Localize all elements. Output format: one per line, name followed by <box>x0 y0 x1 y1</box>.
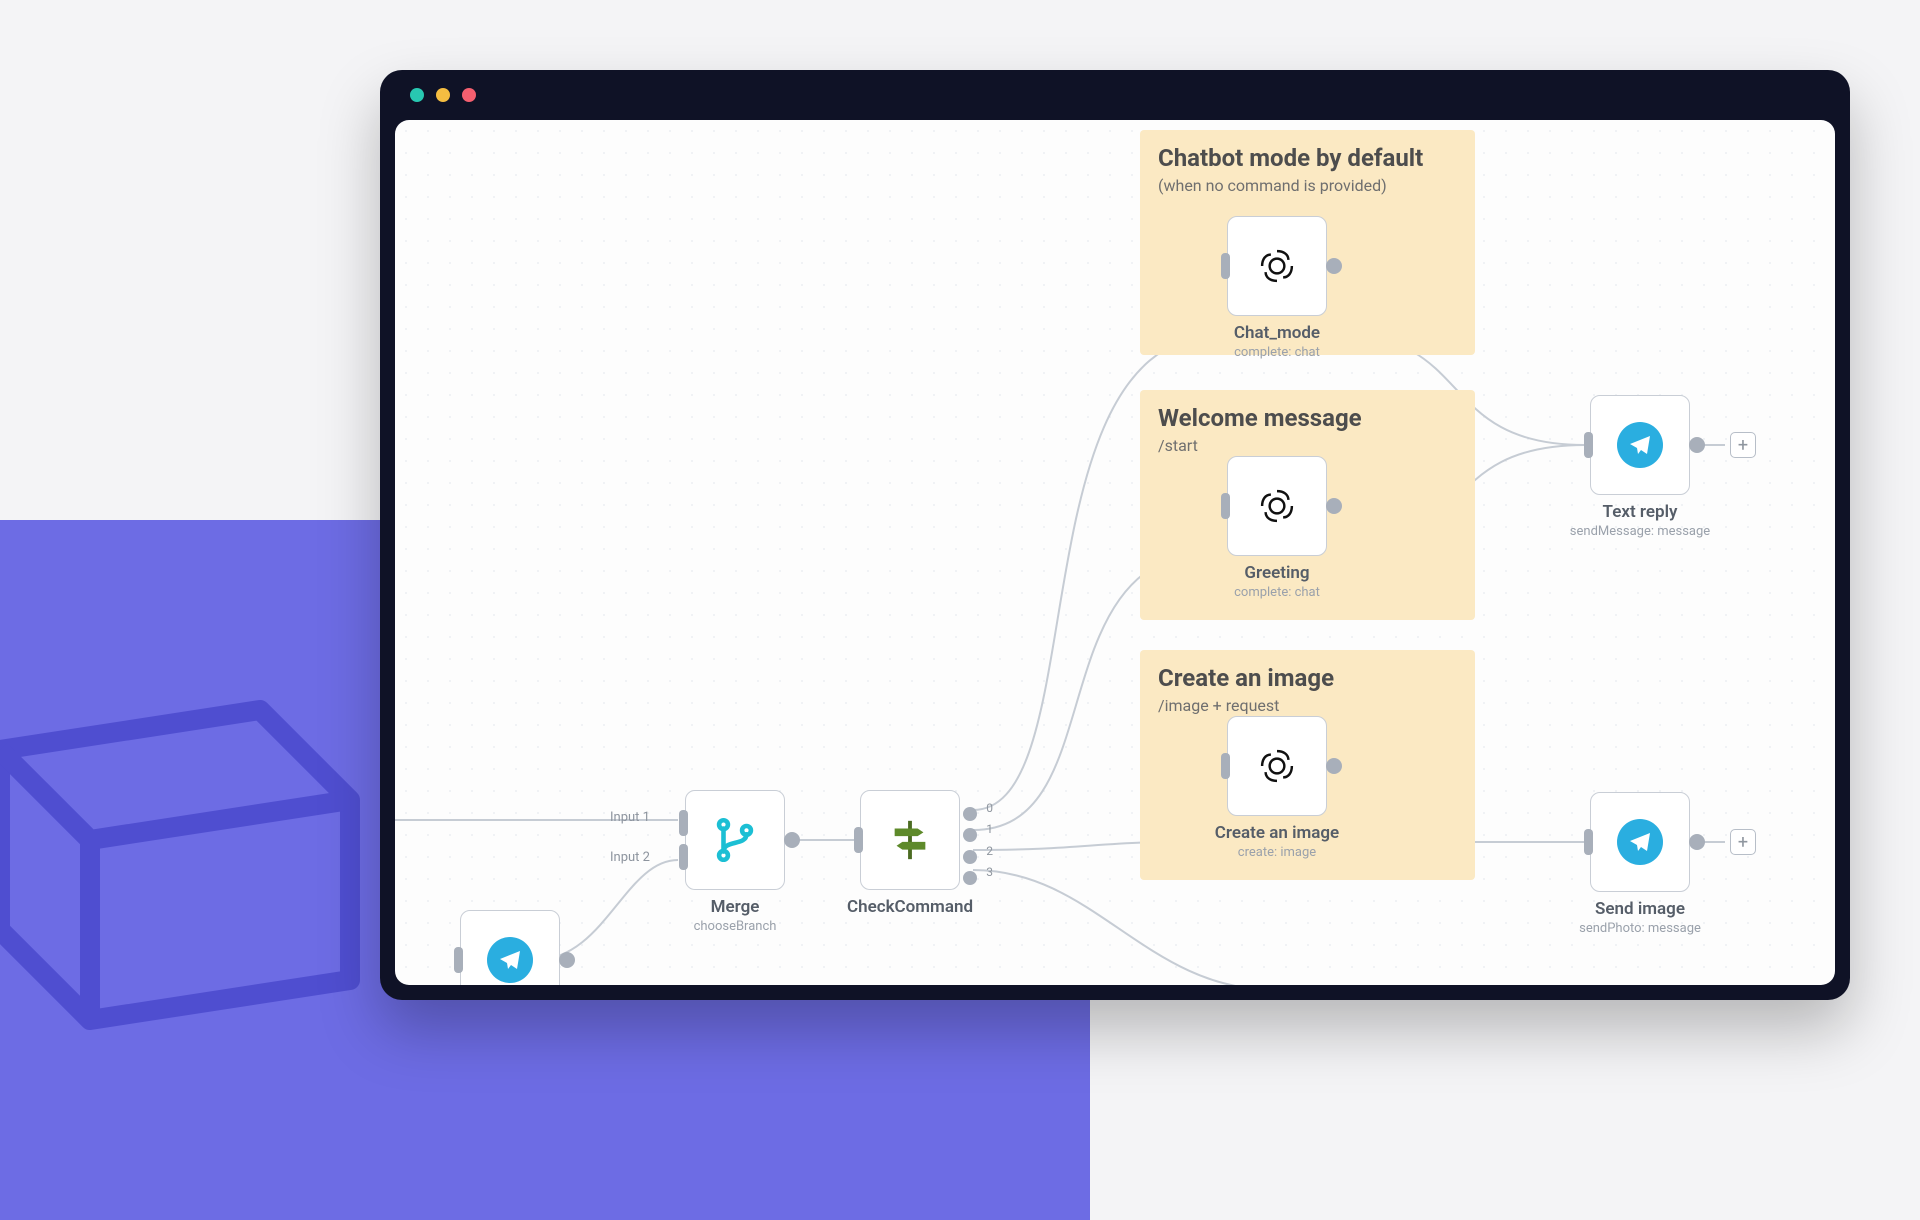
node-output-handle[interactable] <box>1689 437 1705 453</box>
node-input-handle[interactable] <box>854 827 863 853</box>
node-title: Chat_mode <box>1234 323 1320 343</box>
group-subtitle: /start <box>1158 436 1457 455</box>
browser-window: Chatbot mode by default (when no command… <box>380 70 1850 1000</box>
node-output-0[interactable] <box>963 807 977 821</box>
openai-icon <box>1256 745 1298 787</box>
output-label-3: 3 <box>986 865 993 879</box>
node-output-handle[interactable] <box>784 832 800 848</box>
node-input-handle[interactable] <box>1584 432 1593 458</box>
telegram-icon <box>487 937 533 983</box>
node-subtitle: complete: chat <box>1234 345 1320 360</box>
telegram-icon <box>1617 819 1663 865</box>
node-telegram-trigger[interactable] <box>460 910 560 985</box>
window-minimize-dot[interactable] <box>436 88 450 102</box>
add-node-button[interactable]: + <box>1730 829 1756 855</box>
group-subtitle: /image + request <box>1158 696 1457 715</box>
node-input-handle-1[interactable] <box>679 810 688 836</box>
node-send-image[interactable]: Send image sendPhoto: message <box>1590 792 1690 892</box>
signpost-icon <box>887 817 933 863</box>
node-output-handle[interactable] <box>1689 834 1705 850</box>
node-chat-mode[interactable]: Chat_mode complete: chat <box>1227 216 1327 316</box>
node-title: Create an image <box>1215 823 1339 843</box>
node-output-handle[interactable] <box>1326 258 1342 274</box>
node-title: Text reply <box>1570 502 1710 522</box>
merge-input2-label: Input 2 <box>610 850 650 865</box>
node-title: Send image <box>1579 899 1701 919</box>
group-title: Create an image <box>1158 664 1457 692</box>
node-check-command[interactable]: 0 1 2 3 CheckCommand <box>860 790 960 890</box>
window-zoom-dot[interactable] <box>462 88 476 102</box>
node-subtitle: chooseBranch <box>694 919 777 934</box>
node-text-reply[interactable]: Text reply sendMessage: message <box>1590 395 1690 495</box>
output-label-2: 2 <box>986 844 993 858</box>
openai-icon <box>1256 485 1298 527</box>
node-input-handle[interactable] <box>1221 253 1230 279</box>
node-title: CheckCommand <box>847 897 973 917</box>
node-input-handle-2[interactable] <box>679 844 688 870</box>
node-subtitle: sendPhoto: message <box>1579 921 1701 936</box>
node-merge[interactable]: Merge chooseBranch <box>685 790 785 890</box>
git-branch-icon <box>712 817 758 863</box>
node-output-handle[interactable] <box>1326 758 1342 774</box>
node-subtitle: sendMessage: message <box>1570 524 1710 539</box>
decorative-cube-outline <box>0 650 390 1040</box>
node-output-handle[interactable] <box>559 952 575 968</box>
output-label-1: 1 <box>986 822 993 836</box>
window-titlebar <box>380 70 1850 120</box>
openai-icon <box>1256 245 1298 287</box>
node-title: Greeting <box>1234 563 1320 583</box>
node-input-handle[interactable] <box>1584 829 1593 855</box>
telegram-icon <box>1617 422 1663 468</box>
node-greeting[interactable]: Greeting complete: chat <box>1227 456 1327 556</box>
workflow-canvas[interactable]: Chatbot mode by default (when no command… <box>395 120 1835 985</box>
merge-input1-label: Input 1 <box>610 810 650 825</box>
output-label-0: 0 <box>986 801 993 815</box>
node-title: Merge <box>694 897 777 917</box>
group-title: Chatbot mode by default <box>1158 144 1457 172</box>
window-close-dot[interactable] <box>410 88 424 102</box>
group-subtitle: (when no command is provided) <box>1158 176 1457 195</box>
plus-icon: + <box>1738 435 1748 456</box>
add-node-button[interactable]: + <box>1730 432 1756 458</box>
node-input-handle[interactable] <box>1221 493 1230 519</box>
group-title: Welcome message <box>1158 404 1457 432</box>
node-input-handle[interactable] <box>1221 753 1230 779</box>
node-subtitle: complete: chat <box>1234 585 1320 600</box>
plus-icon: + <box>1738 832 1748 853</box>
node-input-handle[interactable] <box>454 947 463 973</box>
node-output-2[interactable] <box>963 850 977 864</box>
node-output-3[interactable] <box>963 871 977 885</box>
node-create-image[interactable]: Create an image create: image <box>1227 716 1327 816</box>
node-output-1[interactable] <box>963 828 977 842</box>
node-subtitle: create: image <box>1215 845 1339 860</box>
node-output-handle[interactable] <box>1326 498 1342 514</box>
